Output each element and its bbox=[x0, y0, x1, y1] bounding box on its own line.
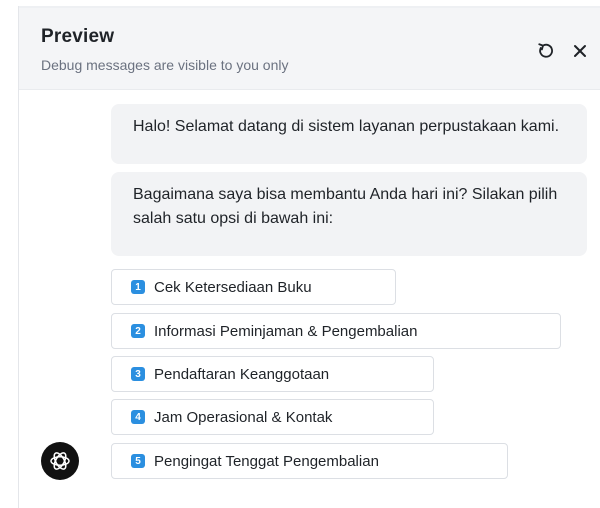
number-badge-icon: 1 bbox=[131, 280, 145, 294]
bot-avatar bbox=[41, 442, 79, 480]
option-label: Informasi Peminjaman & Pengembalian bbox=[154, 322, 418, 340]
number-badge-icon: 5 bbox=[131, 454, 145, 468]
number-badge-icon: 3 bbox=[131, 367, 145, 381]
option-button-informasi-peminjaman[interactable]: 2 Informasi Peminjaman & Pengembalian bbox=[111, 313, 561, 349]
close-icon bbox=[574, 45, 586, 57]
message-text: Halo! Selamat datang di sistem layanan p… bbox=[133, 118, 560, 135]
bot-message: Halo! Selamat datang di sistem layanan p… bbox=[111, 104, 587, 164]
option-label: Jam Operasional & Kontak bbox=[154, 408, 333, 426]
message-text: Bagaimana saya bisa membantu Anda hari i… bbox=[133, 186, 558, 227]
number-badge-icon: 2 bbox=[131, 324, 145, 338]
option-label: Cek Ketersediaan Buku bbox=[154, 278, 312, 296]
option-button-cek-ketersediaan-buku[interactable]: 1 Cek Ketersediaan Buku bbox=[111, 269, 396, 305]
refresh-icon bbox=[538, 43, 553, 58]
refresh-button[interactable] bbox=[535, 40, 557, 62]
option-button-pengingat-tenggat[interactable]: 5 Pengingat Tenggat Pengembalian bbox=[111, 443, 508, 479]
openai-logo-icon bbox=[50, 452, 70, 470]
debug-subtitle: Debug messages are visible to you only bbox=[41, 57, 289, 73]
preview-panel: Preview Debug messages are visible to yo… bbox=[18, 6, 600, 508]
option-button-jam-operasional[interactable]: 4 Jam Operasional & Kontak bbox=[111, 399, 434, 435]
option-label: Pengingat Tenggat Pengembalian bbox=[154, 452, 379, 470]
option-label: Pendaftaran Keanggotaan bbox=[154, 365, 330, 383]
preview-header: Preview Debug messages are visible to yo… bbox=[19, 8, 600, 90]
number-badge-icon: 4 bbox=[131, 410, 145, 424]
close-button[interactable] bbox=[569, 40, 591, 62]
option-button-pendaftaran-keanggotaan[interactable]: 3 Pendaftaran Keanggotaan bbox=[111, 356, 434, 392]
page-title: Preview bbox=[41, 26, 115, 47]
bot-message: Bagaimana saya bisa membantu Anda hari i… bbox=[111, 172, 587, 256]
